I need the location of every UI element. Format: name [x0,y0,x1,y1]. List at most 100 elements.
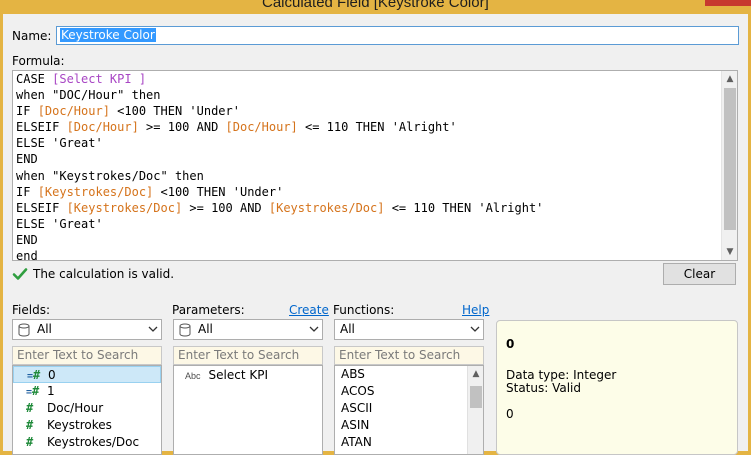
field-name: 0 [48,368,56,382]
formula-line: ELSEIF [Doc/Hour] >= 100 AND [Doc/Hour] … [16,119,737,135]
scroll-up-icon[interactable]: ▲ [468,366,483,382]
window-title: Calculated Field [Keystroke Color] [262,0,489,11]
formula-text[interactable]: CASE [Select KPI ] when "DOC/Hour" then IF… [13,71,737,261]
number-icon: # [26,401,34,415]
scroll-thumb[interactable] [470,386,482,408]
formula-line: END [16,232,737,248]
formula-line: IF [Keystrokes/Doc] <100 THEN 'Under' [16,184,737,200]
list-item[interactable]: # Doc/Hour [13,400,161,417]
parameters-list[interactable]: Abc Select KPI [173,365,323,455]
validation-message: The calculation is valid. [33,267,175,281]
window-close-button[interactable] [705,0,751,6]
fields-list[interactable]: =# 0 =# 1 # Doc/Hour # Keystrokes # Keys… [12,365,162,455]
formula-token: IF [16,184,38,199]
formula-token: ELSE 'Great' [16,216,103,231]
formula-token: CASE [16,72,53,86]
number-icon: # [26,418,34,432]
formula-line: IF [Doc/Hour] <100 THEN 'Under' [16,103,737,119]
parameters-filter-value: All [198,322,213,336]
database-icon [18,323,30,337]
functions-search-input[interactable]: Enter Text to Search [334,346,484,365]
create-parameter-link[interactable]: Create [289,303,329,317]
clear-button[interactable]: Clear [663,263,736,285]
list-item[interactable]: ATAN [341,435,372,449]
functions-filter-dropdown[interactable]: All [334,319,484,340]
name-label: Name: [12,29,52,43]
formula-line: END [16,151,737,167]
formula-token: when "DOC/Hour" then [16,88,161,103]
formula-line: ELSEIF [Keystrokes/Doc] >= 100 AND [Keys… [16,200,737,216]
name-input[interactable]: Keystroke Color [56,26,739,45]
field-reference: [Doc/Hour] [37,104,110,119]
fields-search-input[interactable]: Enter Text to Search [12,346,162,365]
field-reference: [Keystrokes/Doc] [37,184,154,199]
parameters-search-input[interactable]: Enter Text to Search [173,346,323,365]
field-reference: [Keystrokes/Doc] [268,200,385,215]
scroll-up-icon[interactable]: ▲ [722,71,737,87]
formula-token: ELSEIF [16,120,67,135]
formula-token: end [16,249,38,261]
formula-line: ELSE 'Great' [16,135,737,151]
list-item[interactable]: ACOS [341,384,374,398]
fields-label: Fields: [12,303,50,317]
functions-label: Functions: [333,303,395,317]
formula-editor[interactable]: CASE [Select KPI ] when "DOC/Hour" then IF… [12,70,738,261]
formula-token: ELSE 'Great' [16,136,103,151]
parameters-filter-dropdown[interactable]: All [173,319,323,340]
formula-scrollbar[interactable]: ▲ ▼ [721,71,737,260]
formula-token: <100 THEN 'Under' [153,184,284,199]
list-item[interactable]: # Keystrokes/Doc [13,434,161,451]
list-item[interactable]: # Keystrokes [13,417,161,434]
list-item[interactable]: ASIN [341,418,369,432]
chevron-down-icon [470,326,480,332]
formula-label: Formula: [12,54,65,68]
title-bar: Calculated Field [Keystroke Color] [0,0,751,14]
functions-scrollbar[interactable]: ▲ [467,366,483,454]
functions-filter-value: All [340,322,355,336]
field-reference: [Doc/Hour] [225,120,298,135]
list-item[interactable]: =# 1 [13,383,161,400]
field-name: Doc/Hour [47,401,104,415]
parameters-label: Parameters: [172,303,245,317]
checkmark-icon [12,268,28,280]
field-reference: [Keystrokes/Doc] [66,200,183,215]
formula-token: <100 THEN 'Under' [109,104,240,119]
info-title: 0 [506,337,515,351]
field-info-panel: 0 Data type: Integer Status: Valid 0 [496,320,738,455]
info-data-type: Data type: Integer [506,368,617,382]
list-item[interactable]: Abc Select KPI [185,368,268,382]
scroll-down-icon[interactable]: ▼ [722,244,737,260]
formula-token: END [16,152,38,167]
formula-line: when "Keystrokes/Doc" then [16,168,737,184]
formula-token: >= 100 AND [138,120,226,135]
formula-line: CASE [Select KPI ] [16,71,737,87]
formula-line: ELSE 'Great' [16,216,737,232]
list-item[interactable]: ABS [341,367,365,381]
formula-token: when "Keystrokes/Doc" then [16,168,204,183]
fields-filter-dropdown[interactable]: All [12,319,162,340]
scroll-thumb[interactable] [724,88,736,230]
field-name: 1 [47,384,55,398]
string-type-icon: Abc [185,371,201,381]
formula-token: <= 110 THEN 'Alright' [384,200,544,215]
list-item[interactable]: =# 0 [13,366,161,383]
chevron-down-icon [309,326,319,332]
number-icon: # [26,435,34,449]
formula-token: >= 100 AND [182,200,269,215]
info-status: Status: Valid [506,381,582,395]
fields-filter-value: All [37,322,52,336]
formula-token: ELSEIF [16,200,67,215]
help-link[interactable]: Help [462,303,489,317]
formula-token: IF [16,104,38,119]
functions-list[interactable]: ABS ACOS ASCII ASIN ATAN ▲ [334,365,484,455]
list-item[interactable]: ASCII [341,401,372,415]
formula-token: END [16,232,38,247]
formula-token: <= 110 THEN 'Alright' [297,120,457,135]
field-name: Keystrokes/Doc [47,435,140,449]
info-value: 0 [506,407,514,421]
dialog-body: Name: Keystroke Color Formula: CASE [Sel… [3,14,748,455]
parameter-name: Select KPI [208,368,268,382]
name-input-value: Keystroke Color [60,28,156,42]
database-icon [179,323,191,337]
calc-number-icon: =# [26,384,40,398]
